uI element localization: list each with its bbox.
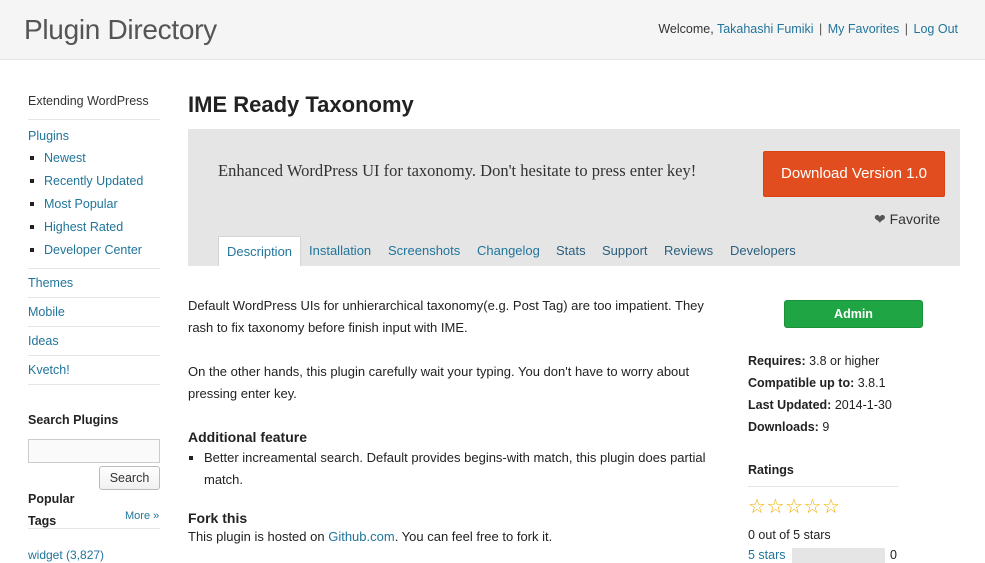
sidebar-item-themes[interactable]: Themes: [28, 269, 160, 298]
divider: [28, 528, 160, 529]
username-link[interactable]: Takahashi Fumiki: [717, 22, 814, 36]
separator: |: [904, 22, 909, 36]
description-content: Default WordPress UIs for unhierarchical…: [188, 295, 708, 546]
sidebar-item-developer-center[interactable]: Developer Center: [28, 239, 160, 262]
star-icon: ☆: [822, 496, 840, 518]
star-icon: ☆: [803, 496, 822, 518]
sidebar-item-newest[interactable]: Newest: [28, 147, 160, 170]
sidebar-item-highest-rated[interactable]: Highest Rated: [28, 216, 160, 239]
sidebar-item-mobile[interactable]: Mobile: [28, 298, 160, 327]
plugin-short-description: Enhanced WordPress UI for taxonomy. Don'…: [218, 161, 697, 180]
tab-screenshots[interactable]: Screenshots: [388, 237, 460, 266]
plugins-section: Plugins Newest Recently Updated Most Pop…: [28, 120, 160, 269]
ratings-title: Ratings: [748, 463, 794, 477]
meta-compatible: Compatible up to: 3.8.1: [748, 372, 928, 394]
top-bar: Plugin Directory Welcome, Takahashi Fumi…: [0, 0, 985, 60]
sidebar-item-recently-updated[interactable]: Recently Updated: [28, 170, 160, 193]
meta-value: 3.8.1: [857, 376, 886, 390]
description-paragraph: On the other hands, this plugin carefull…: [188, 364, 690, 401]
sidebar-link-label[interactable]: Highest Rated: [44, 220, 123, 234]
sidebar-item-ideas[interactable]: Ideas: [28, 327, 160, 356]
favorite-label: Favorite: [889, 211, 941, 227]
meta-updated: Last Updated: 2014-1-30: [748, 394, 928, 416]
sidebar-item-kvetch[interactable]: Kvetch!: [28, 356, 160, 385]
meta-value: 2014-1-30: [834, 398, 892, 412]
list-item: Better increamental search. Default prov…: [188, 447, 708, 491]
search-input[interactable]: [28, 439, 160, 463]
search-button[interactable]: Search: [99, 466, 160, 490]
my-favorites-link[interactable]: My Favorites: [828, 22, 900, 36]
search-plugins-title: Search Plugins: [28, 413, 119, 427]
fork-text-pre: This plugin is hosted on: [188, 529, 329, 544]
meta-label: Requires:: [748, 354, 806, 368]
star-icon: ☆: [766, 496, 785, 518]
tab-installation[interactable]: Installation: [309, 237, 371, 266]
feature-text: Better increamental search. Default prov…: [204, 450, 706, 487]
welcome-text: Welcome,: [658, 22, 714, 36]
tab-support[interactable]: Support: [602, 237, 648, 266]
bullet: [30, 155, 34, 160]
sidebar-link-label[interactable]: Recently Updated: [44, 174, 143, 188]
popular-label: Popular: [28, 492, 75, 506]
admin-button[interactable]: Admin: [784, 300, 923, 328]
tags-label: Tags: [28, 514, 57, 528]
sidebar-item-most-popular[interactable]: Most Popular: [28, 193, 160, 216]
rating-summary: 0 out of 5 stars: [748, 528, 831, 542]
rating-row: 5 stars 0: [748, 546, 928, 563]
meta-downloads: Downloads: 9: [748, 416, 928, 438]
bullet: [30, 178, 34, 183]
star-rating: ☆☆☆☆☆: [748, 497, 841, 517]
fork-text: This plugin is hosted on Github.com. You…: [188, 528, 708, 546]
logout-link[interactable]: Log Out: [914, 22, 958, 36]
tab-description[interactable]: Description: [218, 236, 302, 266]
more-tags-link[interactable]: More »: [125, 510, 159, 522]
meta-requires: Requires: 3.8 or higher: [748, 350, 928, 372]
rating-row-label[interactable]: 5 stars: [748, 546, 786, 563]
tab-changelog[interactable]: Changelog: [477, 237, 540, 266]
bullet: [30, 224, 34, 229]
feature-list: Better increamental search. Default prov…: [188, 447, 708, 491]
meta-value: 3.8 or higher: [809, 354, 880, 368]
section-heading-fork: Fork this: [188, 510, 248, 526]
plugin-header: Enhanced WordPress UI for taxonomy. Don'…: [188, 129, 960, 266]
star-icon: ☆: [785, 496, 803, 518]
tab-developers[interactable]: Developers: [730, 237, 796, 266]
bullet: [189, 456, 193, 460]
meta-list: Requires: 3.8 or higher Compatible up to…: [748, 350, 928, 438]
tab-reviews[interactable]: Reviews: [664, 237, 713, 266]
sidebar-heading: Extending WordPress: [28, 94, 149, 108]
sidebar-item-plugins[interactable]: Plugins: [28, 127, 160, 145]
meta-label: Last Updated:: [748, 398, 832, 412]
plugin-title: IME Ready Taxonomy: [188, 92, 414, 117]
meta-value: 9: [822, 420, 830, 434]
sidebar-link-label[interactable]: Developer Center: [44, 243, 142, 257]
fork-text-post: . You can feel free to fork it.: [394, 529, 553, 544]
heart-icon: ❤: [874, 211, 886, 227]
divider: [28, 112, 160, 120]
plugins-subnav: Newest Recently Updated Most Popular Hig…: [28, 145, 160, 269]
divider: [748, 486, 898, 487]
description-paragraph: Default WordPress UIs for unhierarchical…: [188, 298, 704, 335]
tab-stats[interactable]: Stats: [556, 237, 586, 266]
meta-label: Compatible up to:: [748, 376, 855, 390]
bullet: [30, 201, 34, 206]
separator: |: [819, 22, 823, 36]
sidebar-link-label[interactable]: Newest: [44, 151, 86, 165]
sidebar: Extending WordPress Plugins Newest Recen…: [28, 90, 160, 562]
sidebar-link-label[interactable]: Most Popular: [44, 197, 118, 211]
main-content: IME Ready Taxonomy Enhanced WordPress UI…: [188, 90, 960, 563]
bullet: [30, 247, 34, 252]
meta-label: Downloads:: [748, 420, 819, 434]
rating-bar: [792, 548, 885, 563]
download-button[interactable]: Download Version 1.0: [763, 151, 945, 197]
user-bar: Welcome, Takahashi Fumiki | My Favorites…: [658, 22, 958, 36]
github-link[interactable]: Github.com: [328, 529, 394, 544]
star-icon: ☆: [748, 496, 766, 518]
tag-link-widget[interactable]: widget (3,827): [28, 548, 104, 562]
section-heading-additional: Additional feature: [188, 429, 308, 445]
site-title[interactable]: Plugin Directory: [24, 14, 217, 46]
rating-row-count: 0: [890, 548, 897, 562]
favorite-button[interactable]: ❤ Favorite: [874, 211, 940, 228]
